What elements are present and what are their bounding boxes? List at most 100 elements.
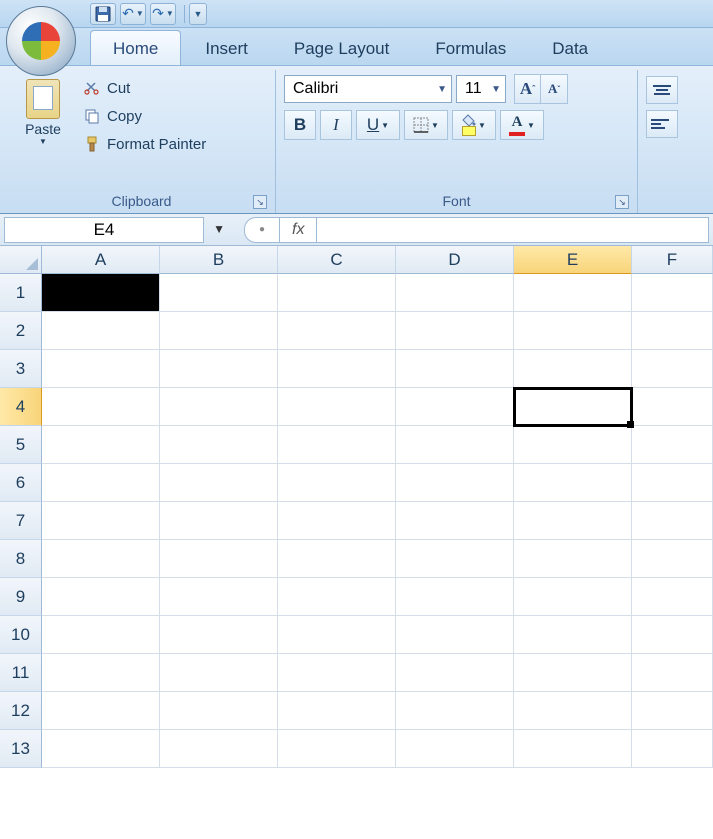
cell-D2[interactable] [396,312,514,350]
office-button[interactable] [6,6,76,76]
cell-F4[interactable] [632,388,713,426]
insert-function-button[interactable]: ● [244,217,280,243]
cell-E3[interactable] [514,350,632,388]
cell-D1[interactable] [396,274,514,312]
col-header-D[interactable]: D [396,246,514,274]
top-align-button[interactable] [646,76,678,104]
cell-E10[interactable] [514,616,632,654]
cell-D10[interactable] [396,616,514,654]
cell-C10[interactable] [278,616,396,654]
grow-font-button[interactable]: Aˆ [515,75,541,103]
qat-customize-button[interactable]: ▼ [189,3,207,25]
cell-C8[interactable] [278,540,396,578]
cell-F9[interactable] [632,578,713,616]
cell-A1[interactable] [42,274,160,312]
paste-button[interactable]: Paste ▼ [16,74,70,158]
cell-B7[interactable] [160,502,278,540]
cell-C13[interactable] [278,730,396,768]
cell-C1[interactable] [278,274,396,312]
cell-B9[interactable] [160,578,278,616]
cell-B2[interactable] [160,312,278,350]
cell-B12[interactable] [160,692,278,730]
format-painter-button[interactable]: Format Painter [76,130,213,158]
cell-E5[interactable] [514,426,632,464]
cell-F6[interactable] [632,464,713,502]
font-color-button[interactable]: A ▼ [500,110,544,140]
tab-page-layout[interactable]: Page Layout [272,31,411,65]
clipboard-dialog-launcher[interactable]: ↘ [253,195,267,209]
cell-E12[interactable] [514,692,632,730]
cell-C7[interactable] [278,502,396,540]
worksheet-grid[interactable]: A B C D E F 1 2 3 4 [0,246,713,768]
cell-F10[interactable] [632,616,713,654]
cell-B11[interactable] [160,654,278,692]
cut-button[interactable]: Cut [76,74,213,102]
col-header-E[interactable]: E [514,246,632,274]
cell-F3[interactable] [632,350,713,388]
cell-A5[interactable] [42,426,160,464]
formula-input[interactable] [317,217,709,243]
select-all-corner[interactable] [0,246,42,274]
shrink-font-button[interactable]: Aˇ [541,75,567,103]
row-header-5[interactable]: 5 [0,426,42,464]
chevron-down-icon[interactable]: ▼ [213,222,225,236]
italic-button[interactable]: I [320,110,352,140]
cell-B10[interactable] [160,616,278,654]
cell-B8[interactable] [160,540,278,578]
col-header-B[interactable]: B [160,246,278,274]
cell-B5[interactable] [160,426,278,464]
save-button[interactable] [90,3,116,25]
cell-A13[interactable] [42,730,160,768]
cell-C4[interactable] [278,388,396,426]
cell-A6[interactable] [42,464,160,502]
tab-formulas[interactable]: Formulas [413,31,528,65]
col-header-A[interactable]: A [42,246,160,274]
cell-F7[interactable] [632,502,713,540]
cell-F1[interactable] [632,274,713,312]
cell-E2[interactable] [514,312,632,350]
cell-B6[interactable] [160,464,278,502]
cell-B4[interactable] [160,388,278,426]
cell-C11[interactable] [278,654,396,692]
cell-A12[interactable] [42,692,160,730]
cell-B3[interactable] [160,350,278,388]
underline-button[interactable]: U▼ [356,110,400,140]
cell-A10[interactable] [42,616,160,654]
cell-A2[interactable] [42,312,160,350]
cell-D3[interactable] [396,350,514,388]
row-header-6[interactable]: 6 [0,464,42,502]
cell-E9[interactable] [514,578,632,616]
redo-button[interactable]: ↷▼ [150,3,176,25]
cell-C9[interactable] [278,578,396,616]
row-header-9[interactable]: 9 [0,578,42,616]
cell-A4[interactable] [42,388,160,426]
cell-D13[interactable] [396,730,514,768]
fill-color-button[interactable]: ▼ [452,110,496,140]
row-header-8[interactable]: 8 [0,540,42,578]
tab-data[interactable]: Data [530,31,610,65]
copy-button[interactable]: Copy [76,102,213,130]
cell-A3[interactable] [42,350,160,388]
row-header-13[interactable]: 13 [0,730,42,768]
cell-E1[interactable] [514,274,632,312]
cell-E11[interactable] [514,654,632,692]
cell-C3[interactable] [278,350,396,388]
row-header-10[interactable]: 10 [0,616,42,654]
cell-D9[interactable] [396,578,514,616]
cell-C6[interactable] [278,464,396,502]
row-header-2[interactable]: 2 [0,312,42,350]
cell-E8[interactable] [514,540,632,578]
cell-F13[interactable] [632,730,713,768]
name-box[interactable]: E4 ▼ [4,217,204,243]
bold-button[interactable]: B [284,110,316,140]
cell-D4[interactable] [396,388,514,426]
cell-C2[interactable] [278,312,396,350]
align-left-button[interactable] [646,110,678,138]
tab-home[interactable]: Home [90,30,181,65]
font-dialog-launcher[interactable]: ↘ [615,195,629,209]
cell-D12[interactable] [396,692,514,730]
cell-F11[interactable] [632,654,713,692]
cell-A8[interactable] [42,540,160,578]
cell-F12[interactable] [632,692,713,730]
cell-D5[interactable] [396,426,514,464]
